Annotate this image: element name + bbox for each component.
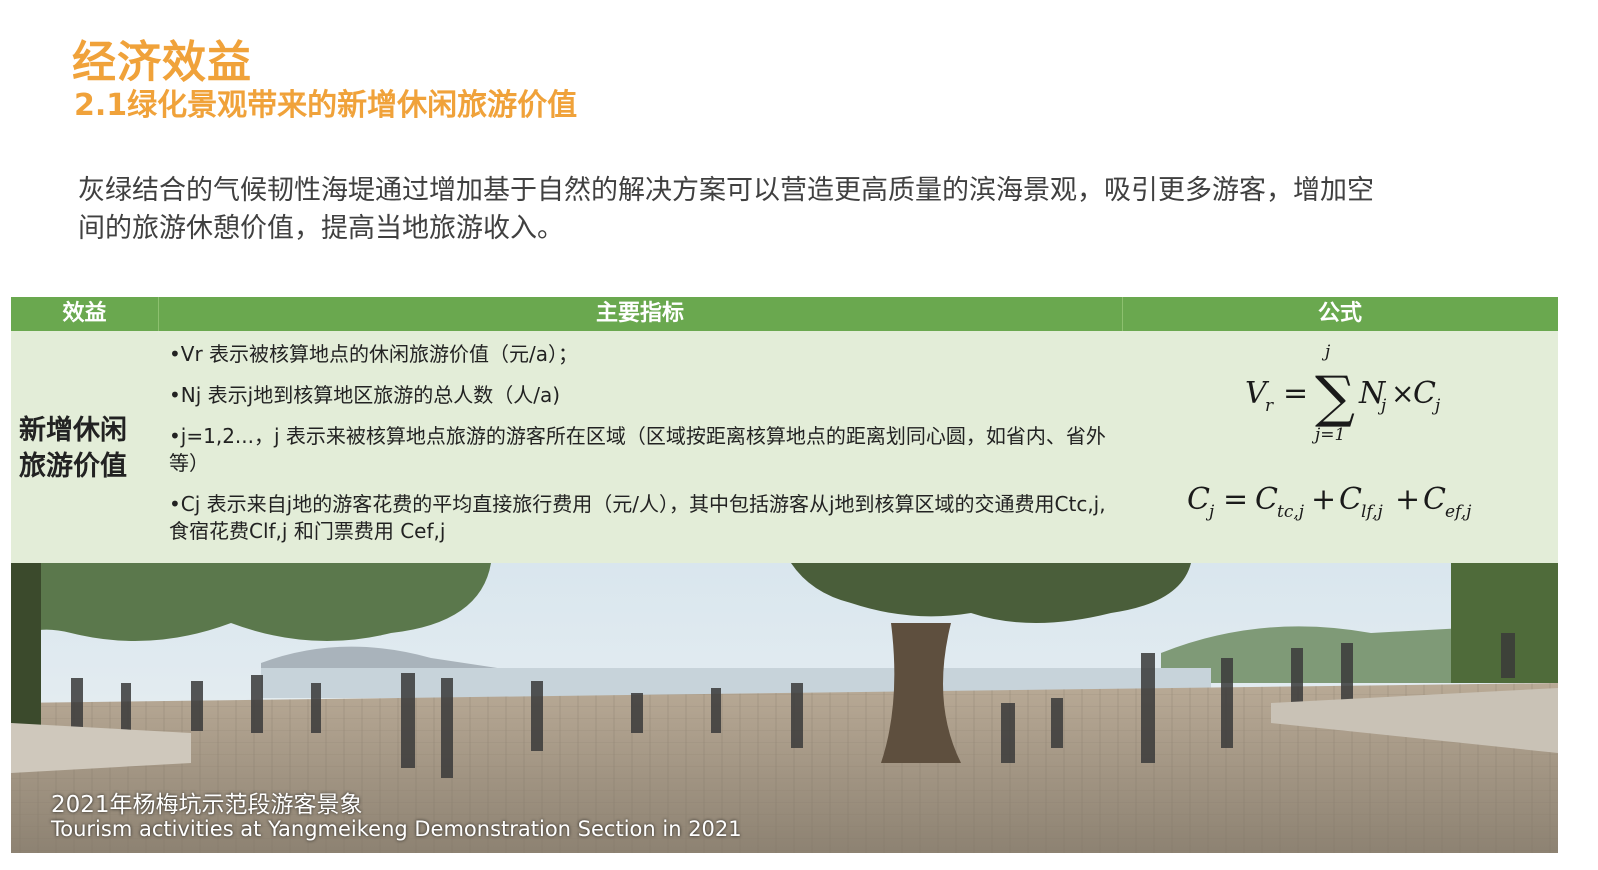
svg-text:r: r bbox=[1265, 396, 1274, 416]
formula-cj: C j = C tc,j + C lf,j + C ef,j bbox=[1187, 482, 1472, 522]
svg-text:×: × bbox=[1391, 377, 1414, 410]
table-header-row: 效益 主要指标 公式 bbox=[11, 297, 1558, 331]
svg-text:j: j bbox=[1321, 342, 1331, 362]
index-item-vr: •Vr 表示被核算地点的休闲旅游价值（元/a）； bbox=[169, 342, 579, 366]
svg-text:C: C bbox=[1255, 482, 1278, 517]
photo-caption-chinese: 2021年杨梅坑示范段游客景象 bbox=[51, 792, 363, 818]
header-formula: 公式 bbox=[1317, 301, 1362, 326]
svg-text:C: C bbox=[1187, 482, 1210, 517]
svg-text:∑: ∑ bbox=[1315, 365, 1355, 430]
index-item-j: •j=1,2...，j 表示来被核算地点旅游的游客所在区域（区域按距离核算地点的… bbox=[169, 424, 1106, 475]
svg-text:tc,j: tc,j bbox=[1277, 502, 1305, 522]
svg-text:+: + bbox=[1395, 482, 1420, 517]
svg-text:j=1: j=1 bbox=[1311, 425, 1345, 445]
benefit-label-line2: 旅游价值 bbox=[19, 451, 127, 482]
benefit-label-line1: 新增休闲 bbox=[19, 415, 127, 446]
svg-text:C: C bbox=[1413, 376, 1436, 411]
svg-text:lf,j: lf,j bbox=[1361, 502, 1384, 522]
benefit-cell: 新增休闲 旅游价值 bbox=[19, 413, 149, 485]
svg-text:ef,j: ef,j bbox=[1445, 502, 1472, 522]
beach-panorama-photo: 2021年杨梅坑示范段游客景象 Tourism activities at Ya… bbox=[11, 563, 1558, 853]
header-main-index: 主要指标 bbox=[158, 297, 1123, 331]
formula-vr: V r = j ∑ j=1 N j × C j bbox=[1245, 342, 1441, 445]
photo-caption-english: Tourism activities at Yangmeikeng Demons… bbox=[51, 817, 742, 841]
header-benefit: 效益 bbox=[11, 297, 159, 331]
svg-text:+: + bbox=[1311, 482, 1336, 517]
page-subtitle: 2.1绿化景观带来的新增休闲旅游价值 bbox=[74, 88, 578, 123]
indicator-table: 效益 主要指标 公式 新增休闲 旅游价值 •Vr 表示被核算地点的休闲旅游价值（… bbox=[11, 297, 1558, 563]
index-item-cj: •Cj 表示来自j地的游客花费的平均直接旅行费用（元/人），其中包括游客从j地到… bbox=[169, 492, 1106, 543]
svg-text:C: C bbox=[1339, 482, 1362, 517]
intro-paragraph: 灰绿结合的气候韧性海堤通过增加基于自然的解决方案可以营造更高质量的滨海景观，吸引… bbox=[78, 175, 1374, 244]
index-item-nj: •Nj 表示j地到核算地区旅游的总人数（人/a) bbox=[169, 383, 561, 407]
svg-text:=: = bbox=[1223, 482, 1248, 517]
svg-text:=: = bbox=[1283, 376, 1308, 411]
svg-text:C: C bbox=[1423, 482, 1446, 517]
index-list: •Vr 表示被核算地点的休闲旅游价值（元/a）； •Nj 表示j地到核算地区旅游… bbox=[169, 341, 1119, 559]
